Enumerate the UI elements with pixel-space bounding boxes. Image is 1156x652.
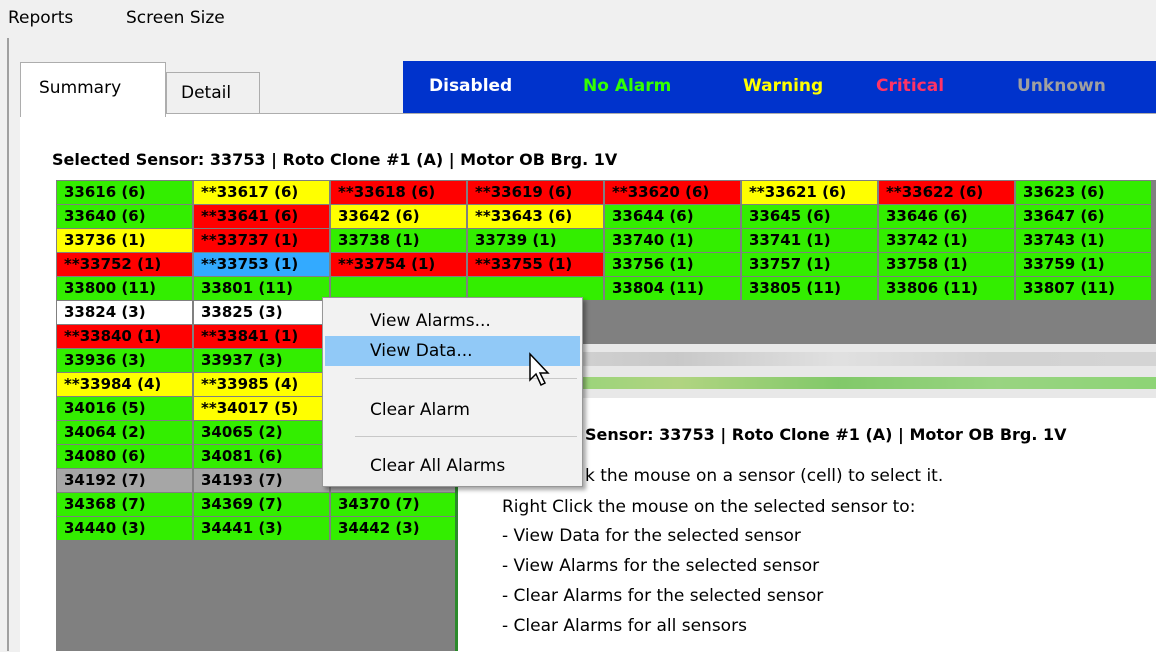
status-legend: Disabled No Alarm Warning Critical Unkno…	[403, 61, 1156, 113]
sensor-cell[interactable]: 33640 (6)	[57, 205, 192, 228]
sensor-cell[interactable]: **33618 (6)	[331, 181, 466, 204]
menu-bar: Reports Screen Size	[0, 0, 1156, 38]
help-line: - View Alarms for the selected sensor	[502, 556, 820, 576]
sensor-cell[interactable]: 33616 (6)	[57, 181, 192, 204]
sensor-cell[interactable]: 33758 (1)	[879, 253, 1014, 276]
help-line: Right Click the mouse on the selected se…	[502, 497, 916, 517]
help-title: Sensor: 33753 | Roto Clone #1 (A) | Moto…	[585, 425, 1067, 444]
sensor-cell[interactable]: 34369 (7)	[194, 493, 329, 516]
sensor-cell[interactable]: 33647 (6)	[1016, 205, 1151, 228]
context-menu: View Alarms... View Data... Clear Alarm …	[322, 297, 583, 487]
sensor-cell[interactable]: 33759 (1)	[1016, 253, 1151, 276]
blurred-background	[518, 352, 1156, 366]
help-line: - View Data for the selected sensor	[502, 526, 801, 546]
sensor-cell[interactable]: **34017 (5)	[194, 397, 329, 420]
sensor-cell[interactable]: **33755 (1)	[468, 253, 603, 276]
menu-reports[interactable]: Reports	[8, 8, 73, 28]
sensor-cell[interactable]: **33841 (1)	[194, 325, 329, 348]
sensor-cell[interactable]: 34368 (7)	[57, 493, 192, 516]
legend-no-alarm: No Alarm	[583, 76, 672, 96]
sensor-cell[interactable]: 33642 (6)	[331, 205, 466, 228]
sensor-cell[interactable]: 33756 (1)	[605, 253, 740, 276]
legend-disabled: Disabled	[429, 76, 513, 96]
sensor-cell[interactable]: 33806 (11)	[879, 277, 1014, 300]
sensor-cell[interactable]: 34081 (6)	[194, 445, 329, 468]
menu-screen-size[interactable]: Screen Size	[126, 8, 225, 28]
sensor-cell[interactable]: 33757 (1)	[742, 253, 877, 276]
sensor-cell[interactable]: **33622 (6)	[879, 181, 1014, 204]
help-line: k the mouse on a sensor (cell) to select…	[585, 466, 944, 486]
sensor-cell[interactable]: 33644 (6)	[605, 205, 740, 228]
menu-clear-all-alarms[interactable]: Clear All Alarms	[325, 451, 580, 481]
sensor-cell[interactable]: 33646 (6)	[879, 205, 1014, 228]
sensor-cell[interactable]: 34065 (2)	[194, 421, 329, 444]
sensor-cell[interactable]: **33619 (6)	[468, 181, 603, 204]
sensor-cell[interactable]: 33741 (1)	[742, 229, 877, 252]
sensor-cell[interactable]: **33752 (1)	[57, 253, 192, 276]
blurred-background	[518, 377, 1156, 389]
mouse-pointer-icon	[529, 352, 550, 387]
sensor-cell[interactable]: 33937 (3)	[194, 349, 329, 372]
sensor-cell[interactable]: 33743 (1)	[1016, 229, 1151, 252]
sensor-cell[interactable]: 33736 (1)	[57, 229, 192, 252]
sensor-cell[interactable]: **33620 (6)	[605, 181, 740, 204]
sensor-cell[interactable]: 33824 (3)	[57, 301, 192, 324]
sensor-cell[interactable]: 34192 (7)	[57, 469, 192, 492]
sensor-cell[interactable]: **33643 (6)	[468, 205, 603, 228]
legend-warning: Warning	[743, 76, 824, 96]
sensor-cell[interactable]: **33753 (1)	[194, 253, 329, 276]
sensor-cell[interactable]: **33621 (6)	[742, 181, 877, 204]
sensor-cell[interactable]: 33740 (1)	[605, 229, 740, 252]
tab-detail[interactable]: Detail	[166, 72, 260, 113]
sensor-cell[interactable]: 33805 (11)	[742, 277, 877, 300]
sensor-cell[interactable]: 33645 (6)	[742, 205, 877, 228]
window-left-border	[7, 38, 9, 651]
sensor-cell[interactable]: **33617 (6)	[194, 181, 329, 204]
sensor-cell[interactable]: 33800 (11)	[57, 277, 192, 300]
sensor-cell[interactable]: 33623 (6)	[1016, 181, 1151, 204]
sensor-cell[interactable]: 33742 (1)	[879, 229, 1014, 252]
sensor-cell[interactable]: 33801 (11)	[194, 277, 329, 300]
legend-critical: Critical	[876, 76, 945, 96]
help-line: - Clear Alarms for the selected sensor	[502, 586, 824, 606]
sensor-cell[interactable]: 33739 (1)	[468, 229, 603, 252]
tab-summary-label: Summary	[39, 78, 122, 98]
sensor-cell[interactable]: **33840 (1)	[57, 325, 192, 348]
legend-unknown: Unknown	[1017, 76, 1106, 96]
sensor-cell[interactable]: 34193 (7)	[194, 469, 329, 492]
selected-sensor-label: Selected Sensor: 33753 | Roto Clone #1 (…	[52, 150, 618, 169]
help-line: - Clear Alarms for all sensors	[502, 616, 747, 636]
tab-detail-label: Detail	[181, 83, 232, 103]
sensor-cell[interactable]: 33804 (11)	[605, 277, 740, 300]
sensor-cell[interactable]: **33754 (1)	[331, 253, 466, 276]
tab-summary[interactable]: Summary	[20, 62, 166, 117]
sensor-cell[interactable]: 34016 (5)	[57, 397, 192, 420]
sensor-cell[interactable]: 34370 (7)	[331, 493, 466, 516]
sensor-cell[interactable]: 34064 (2)	[57, 421, 192, 444]
sensor-cell[interactable]: 33738 (1)	[331, 229, 466, 252]
menu-view-alarms[interactable]: View Alarms...	[325, 306, 580, 336]
menu-clear-alarm[interactable]: Clear Alarm	[325, 395, 580, 425]
sensor-cell[interactable]: **33984 (4)	[57, 373, 192, 396]
sensor-cell[interactable]: **33737 (1)	[194, 229, 329, 252]
sensor-cell[interactable]: **33641 (6)	[194, 205, 329, 228]
sensor-cell[interactable]: 34442 (3)	[331, 517, 466, 540]
sensor-cell[interactable]: 33936 (3)	[57, 349, 192, 372]
sensor-cell[interactable]: 33825 (3)	[194, 301, 329, 324]
sensor-cell[interactable]: 33807 (11)	[1016, 277, 1151, 300]
sensor-cell[interactable]: 34441 (3)	[194, 517, 329, 540]
menu-separator	[355, 436, 577, 437]
sensor-cell[interactable]: 34080 (6)	[57, 445, 192, 468]
sensor-cell[interactable]: 34440 (3)	[57, 517, 192, 540]
sensor-cell[interactable]: **33985 (4)	[194, 373, 329, 396]
